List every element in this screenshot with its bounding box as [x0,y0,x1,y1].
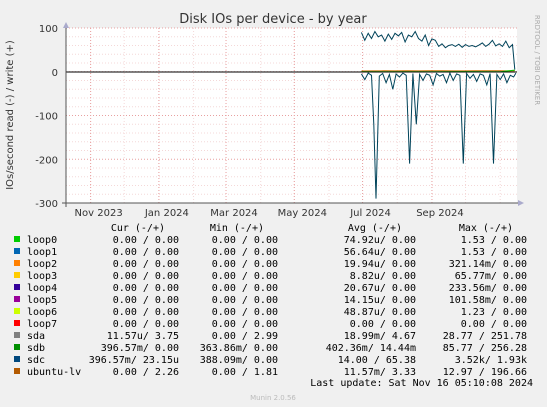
legend-name: loop6 [27,307,57,318]
x-tick-label: Mar 2024 [210,208,258,219]
legend-value-min: 363.86m/ 0.00 [200,343,278,354]
legend-swatch [14,344,20,350]
legend-value-max: 65.77m/ 0.00 [455,271,527,282]
legend-value-avg: 11.57m/ 3.33 [344,367,416,378]
legend-swatch [14,356,20,362]
legend-value-min: 0.00 / 2.99 [212,331,278,342]
legend-value-max: 3.52k/ 1.93k [455,355,527,366]
legend-value-avg: 19.94u/ 0.00 [344,259,416,270]
disk-ios-chart: Disk IOs per device - by year IOs/second… [5,12,541,402]
x-tick-label: Jul 2024 [349,208,391,219]
legend-value-cur: 0.00 / 0.00 [113,319,179,330]
legend-value-max: 85.77 / 256.28 [443,343,527,354]
legend-swatch [14,320,20,326]
legend-value-avg: 0.00 / 0.00 [350,319,416,330]
legend-value-avg: 56.64u/ 0.00 [344,247,416,258]
last-update-text: Last update: Sat Nov 16 05:10:08 2024 [310,378,533,389]
legend-name: loop7 [27,319,57,330]
legend-value-min: 0.00 / 0.00 [212,271,278,282]
y-tick-label: -200 [35,155,58,166]
legend-value-cur: 0.00 / 0.00 [113,307,179,318]
legend-value-min: 0.00 / 0.00 [212,235,278,246]
legend-name: ubuntu-lv [27,367,81,378]
y-tick-labels: 100 0 -100 -200 -300 [35,24,58,210]
legend-swatch [14,272,20,278]
legend-value-avg: 74.92u/ 0.00 [344,235,416,246]
legend-value-cur: 0.00 / 0.00 [113,235,179,246]
legend-value-avg: 14.00 / 65.38 [338,355,416,366]
legend-value-avg: 20.67u/ 0.00 [344,283,416,294]
legend-col-header: Cur (-/+) [111,223,165,234]
legend-value-min: 0.00 / 1.81 [212,367,278,378]
legend-name: loop4 [27,283,57,294]
legend-swatch [14,332,20,338]
legend-value-cur: 396.57m/ 0.00 [101,343,179,354]
x-axis-arrow-icon [518,200,524,206]
munin-version: Munin 2.0.56 [250,394,296,402]
legend-value-min: 0.00 / 0.00 [212,307,278,318]
legend-value-avg: 48.87u/ 0.00 [344,307,416,318]
legend-value-cur: 0.00 / 0.00 [113,271,179,282]
legend-value-avg: 402.36m/ 14.44m [326,343,416,354]
legend-value-cur: 0.00 / 0.00 [113,247,179,258]
x-tick-labels: Nov 2023 Jan 2024 Mar 2024 May 2024 Jul 2024… [75,208,464,219]
legend-value-cur: 0.00 / 2.26 [113,367,179,378]
legend-swatch [14,248,20,254]
y-axis-label: IOs/second read (-) / write (+) [5,40,16,190]
legend-name: loop5 [27,295,57,306]
y-tick-label: -100 [35,112,58,123]
y-axis-arrow-icon [63,22,69,28]
legend-table: Cur (-/+) Min (-/+) Avg (-/+) Max (-/+) loop… [14,223,527,378]
legend-value-max: 1.53 / 0.00 [461,235,527,246]
legend-name: loop0 [27,235,57,246]
legend-name: sda [27,331,45,342]
legend-col-header: Avg (-/+) [348,223,402,234]
legend-value-cur: 396.57m/ 23.15u [89,355,179,366]
legend-name: sdb [27,343,45,354]
legend-col-header: Min (-/+) [210,223,264,234]
legend-name: loop1 [27,247,57,258]
legend-swatch [14,368,20,374]
legend-value-avg: 8.82u/ 0.00 [350,271,416,282]
legend-value-max: 233.56m/ 0.00 [449,283,527,294]
y-tick-label: 0 [52,68,58,79]
legend-value-max: 321.14m/ 0.00 [449,259,527,270]
legend-value-min: 0.00 / 0.00 [212,319,278,330]
legend-value-avg: 14.15u/ 0.00 [344,295,416,306]
legend-swatch [14,308,20,314]
y-tick-label: -300 [35,199,58,210]
legend-value-max: 101.58m/ 0.00 [449,295,527,306]
legend-col-header: Max (-/+) [459,223,513,234]
legend-swatch [14,236,20,242]
legend-value-cur: 0.00 / 0.00 [113,259,179,270]
x-tick-label: May 2024 [278,208,327,219]
legend-swatch [14,284,20,290]
y-tick-label: 100 [39,24,58,35]
legend-value-cur: 0.00 / 0.00 [113,295,179,306]
munin-graph: Disk IOs per device - by year IOs/second… [0,0,547,407]
legend-swatch [14,296,20,302]
x-tick-label: Sep 2024 [416,208,463,219]
legend-value-min: 0.00 / 0.00 [212,283,278,294]
legend-value-max: 1.23 / 0.00 [461,307,527,318]
legend-value-cur: 0.00 / 0.00 [113,283,179,294]
legend-value-min: 388.09m/ 0.00 [200,355,278,366]
x-tick-label: Jan 2024 [144,208,189,219]
legend-value-max: 1.53 / 0.00 [461,247,527,258]
legend-value-cur: 11.57u/ 3.75 [107,331,179,342]
rrdtool-credit: RRDTOOL / TOBI OETIKER [533,15,541,105]
legend-value-max: 12.97 / 196.66 [443,367,527,378]
chart-title: Disk IOs per device - by year [179,12,367,27]
legend-value-min: 0.00 / 0.00 [212,247,278,258]
legend-name: loop3 [27,271,57,282]
legend-name: loop2 [27,259,57,270]
legend-value-min: 0.00 / 0.00 [212,259,278,270]
x-tick-label: Nov 2023 [75,208,123,219]
legend-value-max: 28.77 / 251.78 [443,331,527,342]
legend-name: sdc [27,355,45,366]
legend-value-max: 0.00 / 0.00 [461,319,527,330]
legend-swatch [14,260,20,266]
legend-value-avg: 18.99m/ 4.67 [344,331,416,342]
legend-value-min: 0.00 / 0.00 [212,295,278,306]
